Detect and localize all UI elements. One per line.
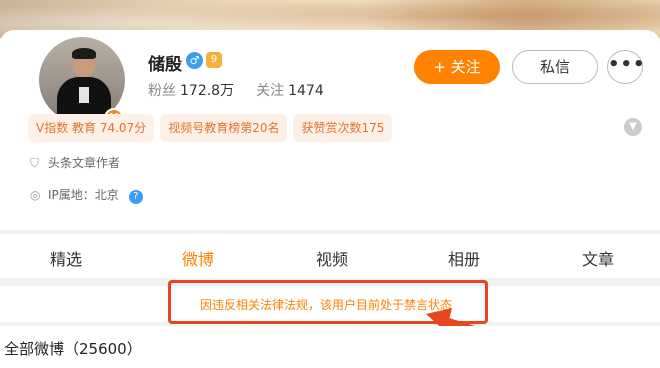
more-options-button[interactable]: •••: [607, 50, 645, 84]
avatar-person-hair: [72, 48, 96, 59]
profile-stats: 粉丝 172.8万 关注 1474: [148, 80, 346, 100]
help-icon[interactable]: ?: [128, 190, 143, 204]
tab-weibo[interactable]: 微博: [182, 246, 214, 270]
level-icon[interactable]: 9: [206, 52, 222, 68]
tag-video-rank[interactable]: 视频号教育榜第20名: [160, 114, 288, 142]
follow-button[interactable]: + 关注: [414, 50, 500, 84]
following-label[interactable]: 关注: [256, 83, 284, 99]
profile-tags: V指数 教育 74.07分 视频号教育榜第20名 获赞赏次数175: [28, 114, 398, 142]
tag-tips-count[interactable]: 获赞赏次数175: [293, 114, 393, 142]
tab-articles[interactable]: 文章: [582, 246, 614, 270]
all-posts-header: 全部微博（25600）: [0, 326, 660, 368]
tab-featured[interactable]: 精选: [50, 246, 82, 270]
profile-card: V 储殷 ♂ 9 粉丝172.8万关注1474 + 关注 私信 ••• V指数 …: [0, 30, 660, 230]
shield-icon: ⛉: [30, 156, 40, 170]
info-author-row: ⛉ 头条文章作者: [30, 154, 120, 171]
all-posts-label[interactable]: 全部微博（25600）: [4, 338, 142, 359]
followers-count[interactable]: 172.8万: [180, 83, 234, 99]
ip-location-label: IP属地：北京: [48, 188, 119, 202]
chevron-down-icon[interactable]: ▼: [624, 118, 642, 136]
tab-album[interactable]: 相册: [448, 246, 480, 270]
gender-male-icon: ♂: [186, 52, 203, 69]
profile-name: 储殷: [148, 55, 182, 75]
author-label: 头条文章作者: [48, 156, 121, 170]
avatar-shirt-print: [79, 87, 89, 103]
profile-tabs: 精选 微博 视频 相册 文章: [0, 234, 660, 278]
following-count[interactable]: 1474: [288, 83, 324, 99]
location-icon: ◎: [30, 188, 41, 202]
followers-label[interactable]: 粉丝: [148, 83, 176, 99]
info-ip-row: ◎ IP属地：北京?: [30, 186, 143, 204]
tag-v-index[interactable]: V指数 教育 74.07分: [28, 114, 155, 142]
tab-video[interactable]: 视频: [316, 246, 348, 270]
message-button[interactable]: 私信: [512, 50, 598, 84]
